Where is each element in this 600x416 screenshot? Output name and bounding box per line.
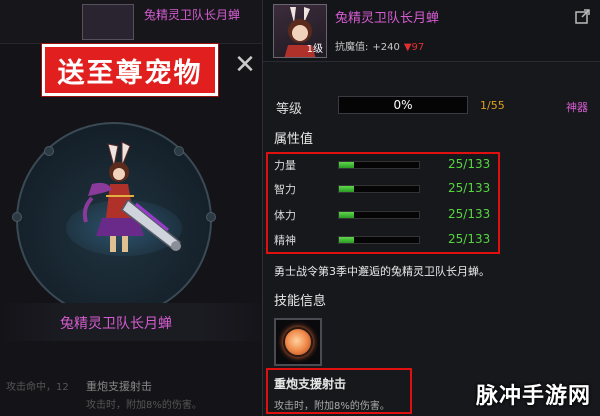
attribute-bar (338, 161, 420, 169)
background-skill-name: 重炮支援射击 (86, 380, 152, 393)
close-icon[interactable]: ✕ (232, 52, 258, 78)
level-percent: 0% (393, 98, 413, 112)
promo-banner: 送至尊宠物 (41, 43, 219, 97)
attribute-value: 25/133 (448, 207, 491, 221)
pet-sprite (82, 141, 182, 252)
attribute-label: 体力 (274, 209, 296, 222)
pet-description: 勇士战令第3季中邂逅的兔精灵卫队长月蝉。 (274, 265, 490, 278)
attribute-bar (338, 185, 420, 193)
level-progress-bar: 0% (338, 96, 468, 114)
share-icon[interactable] (575, 8, 591, 24)
background-pet-thumbnail (82, 4, 134, 40)
background-title: 兔精灵卫队长月蝉 (144, 8, 241, 22)
skill-slot[interactable] (274, 318, 322, 366)
resist-down-value: ▼97 (403, 42, 425, 53)
level-badge: 1级 (306, 44, 323, 55)
resist-label: 抗魔值: (335, 42, 369, 53)
circle-notch (12, 212, 22, 222)
attribute-row: 力量 25/133 (272, 156, 502, 176)
level-count: 1/55 (480, 99, 505, 112)
attributes-title: 属性值 (274, 132, 314, 147)
attribute-bar (338, 211, 420, 219)
artifact-link[interactable]: 神器 (566, 99, 588, 115)
attribute-bar (338, 236, 420, 244)
background-skill-desc: 攻击时，附加8%的伤害。 (86, 400, 202, 411)
avatar: 1级 (273, 4, 327, 58)
attribute-bar-fill (339, 212, 355, 218)
attribute-bar-fill (339, 162, 355, 168)
skill-name: 重炮支援射击 (274, 377, 347, 391)
skills-title: 技能信息 (274, 294, 327, 309)
resist-up-value: +240 (372, 42, 400, 53)
attribute-label: 精神 (274, 234, 296, 247)
resist-stat: 抗魔值: +240 ▼97 (335, 38, 424, 53)
attribute-row: 智力 25/133 (272, 180, 502, 200)
attribute-row: 体力 25/133 (272, 206, 502, 226)
attribute-value: 25/133 (448, 232, 491, 246)
level-label: 等级 (276, 102, 303, 117)
pet-name: 兔精灵卫队长月蝉 (60, 316, 172, 332)
background-left-text: 攻击命中，12 (6, 382, 69, 393)
attribute-label: 智力 (274, 183, 296, 196)
circle-notch (44, 146, 54, 156)
panel-header: 1级 兔精灵卫队长月蝉 抗魔值: +240 ▼97 (263, 0, 600, 62)
attribute-bar-fill (339, 237, 355, 243)
attribute-value: 25/133 (448, 157, 491, 171)
circle-notch (206, 212, 216, 222)
attribute-label: 力量 (274, 159, 296, 172)
level-row: 等级 0% 1/55 神器 (262, 96, 600, 117)
attribute-bar-fill (339, 186, 355, 192)
cannon-orb-icon (283, 327, 313, 357)
page-title: 兔精灵卫队长月蝉 (335, 11, 440, 26)
skill-description: 攻击时，附加8%的伤害。 (274, 401, 390, 412)
promo-banner-text: 送至尊宠物 (57, 57, 203, 89)
attribute-value: 25/133 (448, 181, 491, 195)
watermark: 脉冲手游网 (476, 384, 592, 409)
attribute-row: 精神 25/133 (272, 231, 502, 251)
